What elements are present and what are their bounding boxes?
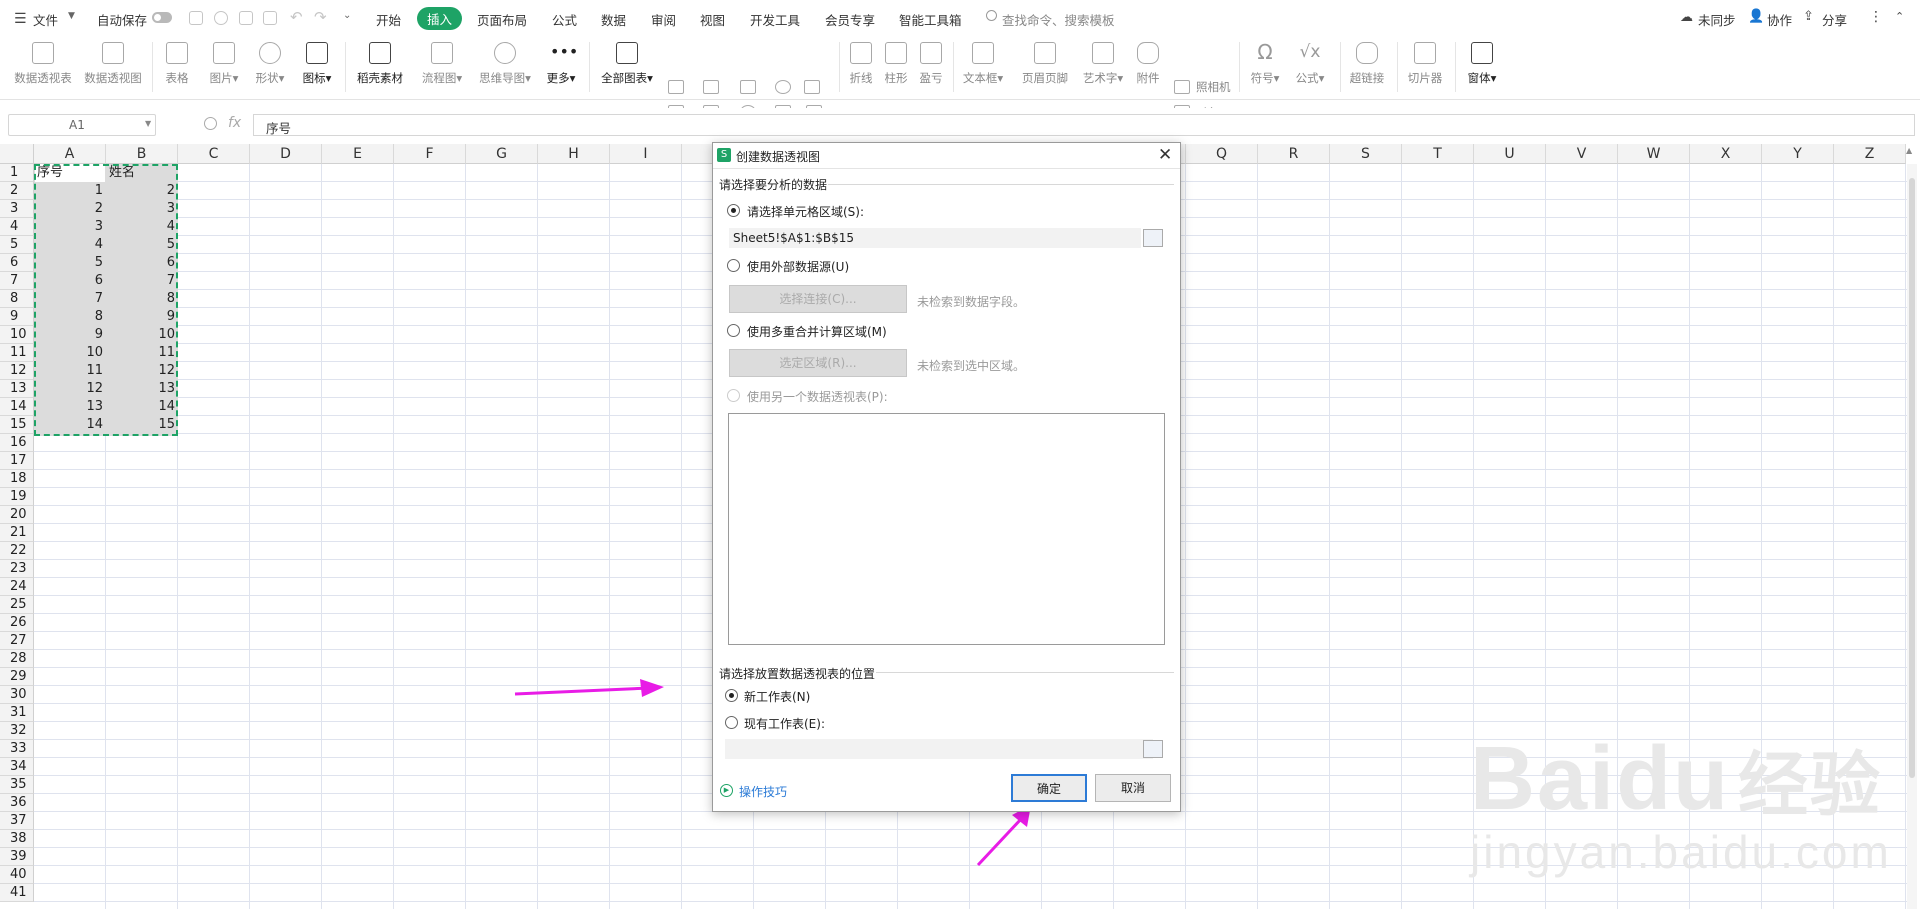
close-icon[interactable]: ✕ [1158, 145, 1172, 165]
baidu-watermark: Baidu 经验 [1470, 729, 1883, 829]
section-divider [828, 184, 1174, 185]
arrow-head [640, 679, 664, 697]
label-multi-consolidation: 使用多重合并计算区域(M) [747, 325, 887, 339]
section-place-pivot: 请选择放置数据透视表的位置 [719, 667, 876, 681]
section-analyze-data: 请选择要分析的数据 [719, 178, 828, 192]
label-select-range: 请选择单元格区域(S): [747, 205, 865, 219]
label-external-source: 使用外部数据源(U) [747, 260, 850, 274]
arrow-to-new-sheet [514, 686, 651, 696]
no-fields-text: 未检索到数据字段。 [917, 295, 1026, 309]
collapse-range-icon[interactable] [1143, 740, 1163, 758]
arrow-to-ok [976, 816, 1024, 867]
select-region-button[interactable]: 选定区域(R)... [729, 349, 907, 377]
radio-external-source[interactable] [727, 259, 740, 272]
dialog-title: 创建数据透视图 [736, 150, 821, 164]
ok-button[interactable]: 确定 [1011, 774, 1087, 802]
tips-link[interactable]: 操作技巧 [739, 783, 787, 800]
spreadsheet-app: ☰ 文件 ▼ 自动保存 ↶ ↷ ⌄ 开始 插入 页面布局 公式 数据 审阅 视图… [0, 0, 1920, 909]
radio-existing-sheet[interactable] [725, 716, 738, 729]
radio-new-sheet[interactable] [725, 689, 738, 702]
select-connection-button[interactable]: 选择连接(C)... [729, 285, 907, 313]
section-divider [876, 672, 1174, 673]
play-icon: ▶ [720, 784, 733, 797]
existing-sheet-input[interactable] [725, 739, 1153, 759]
radio-other-pivot [727, 389, 740, 402]
collapse-range-icon[interactable] [1143, 229, 1163, 247]
label-other-pivot: 使用另一个数据透视表(P): [747, 390, 888, 404]
baidu-watermark-url: jingyan.baidu.com [1470, 826, 1892, 878]
radio-select-range[interactable] [727, 204, 740, 217]
cancel-button[interactable]: 取消 [1095, 774, 1171, 802]
range-input[interactable]: Sheet5!$A$1:$B$15 [729, 228, 1141, 248]
pivot-list-box[interactable] [728, 413, 1165, 645]
no-region-text: 未检索到选中区域。 [917, 359, 1026, 373]
label-existing-sheet: 现有工作表(E): [744, 717, 825, 731]
create-pivot-chart-dialog: S 创建数据透视图 ✕ 请选择要分析的数据 请选择单元格区域(S): Sheet… [712, 142, 1181, 812]
label-new-sheet: 新工作表(N) [744, 690, 811, 704]
radio-multi-consolidation[interactable] [727, 324, 740, 337]
app-logo-icon: S [717, 148, 731, 162]
